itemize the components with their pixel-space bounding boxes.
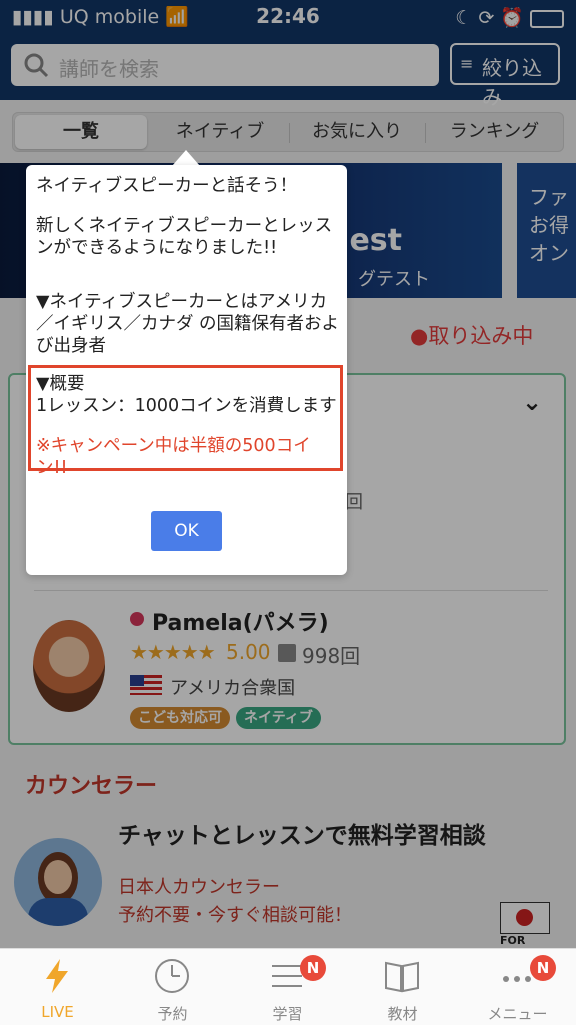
nav-menu-label: メニュー (487, 1005, 548, 1023)
dialog-tip (172, 150, 200, 166)
dialog-campaign-text: ※キャンペーン中は半額の500コイン!! (36, 436, 311, 478)
nav-reserve-label: 予約 (157, 1005, 188, 1023)
menu-badge: N (530, 955, 556, 981)
dialog-overview-heading: ▼概要 (36, 374, 85, 394)
nav-study-label: 学習 (272, 1005, 303, 1023)
ok-button[interactable]: OK (151, 511, 222, 551)
nav-reserve[interactable]: 予約 (115, 949, 230, 1025)
nav-materials[interactable]: 教材 (345, 949, 460, 1025)
nav-live-label: LIVE (41, 1003, 74, 1021)
book-icon (385, 961, 419, 993)
nav-study[interactable]: N 学習 (230, 949, 345, 1025)
native-speaker-dialog: ネイティブスピーカーと話そう！ 新しくネイティブスピーカーとレッスンができるよう… (26, 165, 347, 575)
dialog-overview-text: 1レッスン：1000コインを消費します (36, 396, 337, 416)
dialog-line2: 新しくネイティブスピーカーとレッスンができるようになりました!! (36, 216, 333, 258)
study-badge: N (300, 955, 326, 981)
lightning-icon (46, 959, 68, 993)
bottom-nav: LIVE 予約 N 学習 教材 N メニュー (0, 948, 576, 1025)
clock-icon (155, 959, 189, 993)
dialog-line3: ▼ネイティブスピーカーとはアメリカ／イギリス／カナダ の国籍保有者および出身者 (36, 292, 340, 356)
nav-menu[interactable]: N メニュー (460, 949, 575, 1025)
nav-live[interactable]: LIVE (0, 949, 115, 1025)
nav-materials-label: 教材 (387, 1005, 418, 1023)
dialog-line1: ネイティブスピーカーと話そう！ (36, 176, 298, 196)
